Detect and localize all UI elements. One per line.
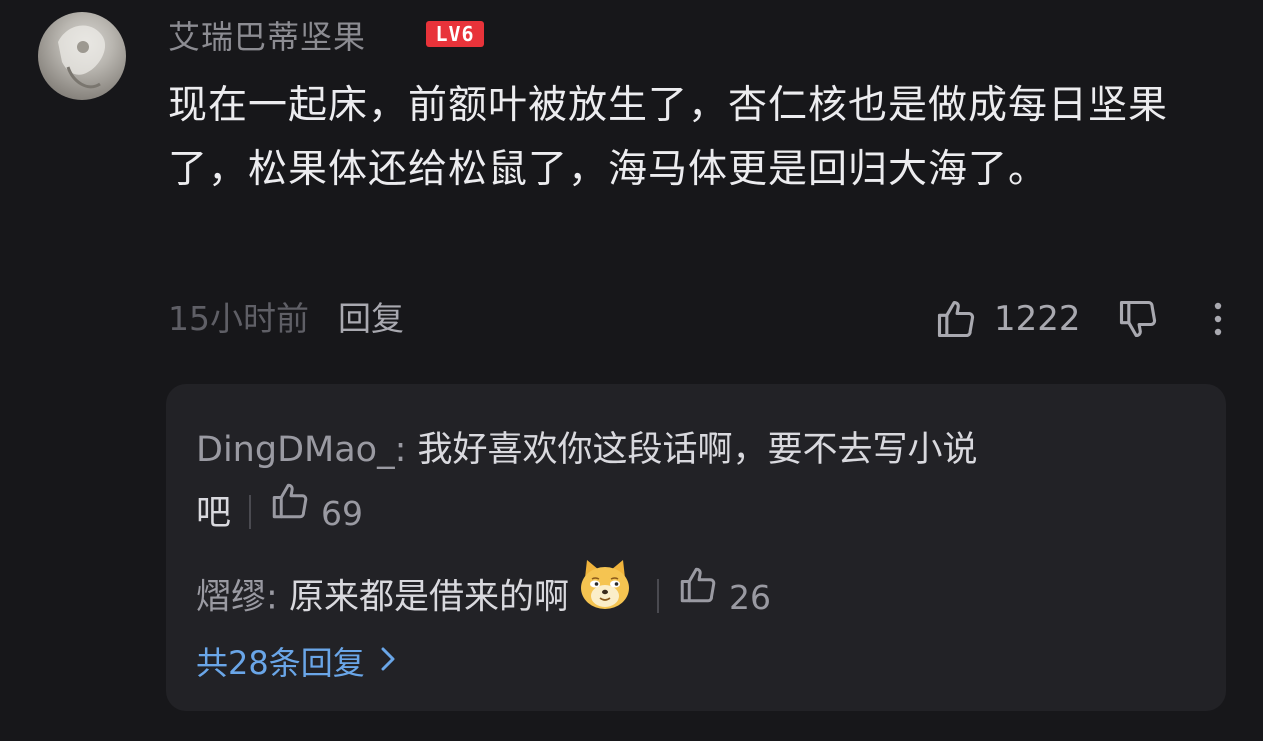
divider [656, 578, 659, 613]
level-badge: LV6 [426, 21, 484, 47]
reply-username[interactable]: 熠缪 [196, 578, 266, 618]
user-avatar[interactable] [38, 12, 126, 100]
reply-separator: : [266, 577, 278, 618]
more-options-icon[interactable] [1208, 300, 1228, 344]
reply-item[interactable]: DingDMao_: 我好喜欢你这段话啊，要不去写小说 吧 69 [196, 420, 978, 549]
like-count: 1222 [994, 299, 1081, 339]
reply-separator: : [394, 430, 407, 470]
reply-like-count: 26 [728, 577, 771, 617]
reply-button[interactable]: 回复 [338, 296, 404, 342]
divider [249, 494, 252, 529]
reply-like-count: 69 [321, 493, 364, 533]
reply-text: 我好喜欢你这段话啊，要不去写小说 [406, 430, 978, 470]
replies-panel[interactable]: DingDMao_: 我好喜欢你这段话啊，要不去写小说 吧 69 熠缪: 原来都… [166, 384, 1226, 711]
comment-body: 现在一起床，前额叶被放生了，杏仁核也是做成每日坚果了，松果体还给松鼠了，海马体更… [168, 83, 1169, 192]
view-all-replies-link[interactable]: 共28条回复 [196, 638, 397, 692]
chevron-right-icon [379, 638, 397, 686]
thumbs-down-icon[interactable] [1116, 297, 1160, 345]
reply-text-continued: 吧 [196, 493, 232, 534]
reply-username[interactable]: DingDMao_ [196, 430, 395, 470]
comment-username[interactable]: 艾瑞巴蒂坚果 [168, 12, 366, 58]
thumbs-up-icon[interactable] [934, 297, 978, 345]
total-replies-label: 共28条回复 [196, 644, 365, 682]
doge-emoji-icon [577, 556, 633, 631]
comment-timestamp: 15小时前 [168, 299, 309, 338]
thumbs-up-icon[interactable] [269, 480, 311, 541]
reply-text: 原来都是借来的啊 [277, 577, 569, 618]
thumbs-up-icon[interactable] [677, 564, 719, 625]
reply-item[interactable]: 熠缪: 原来都是借来的啊 26 [196, 556, 771, 641]
